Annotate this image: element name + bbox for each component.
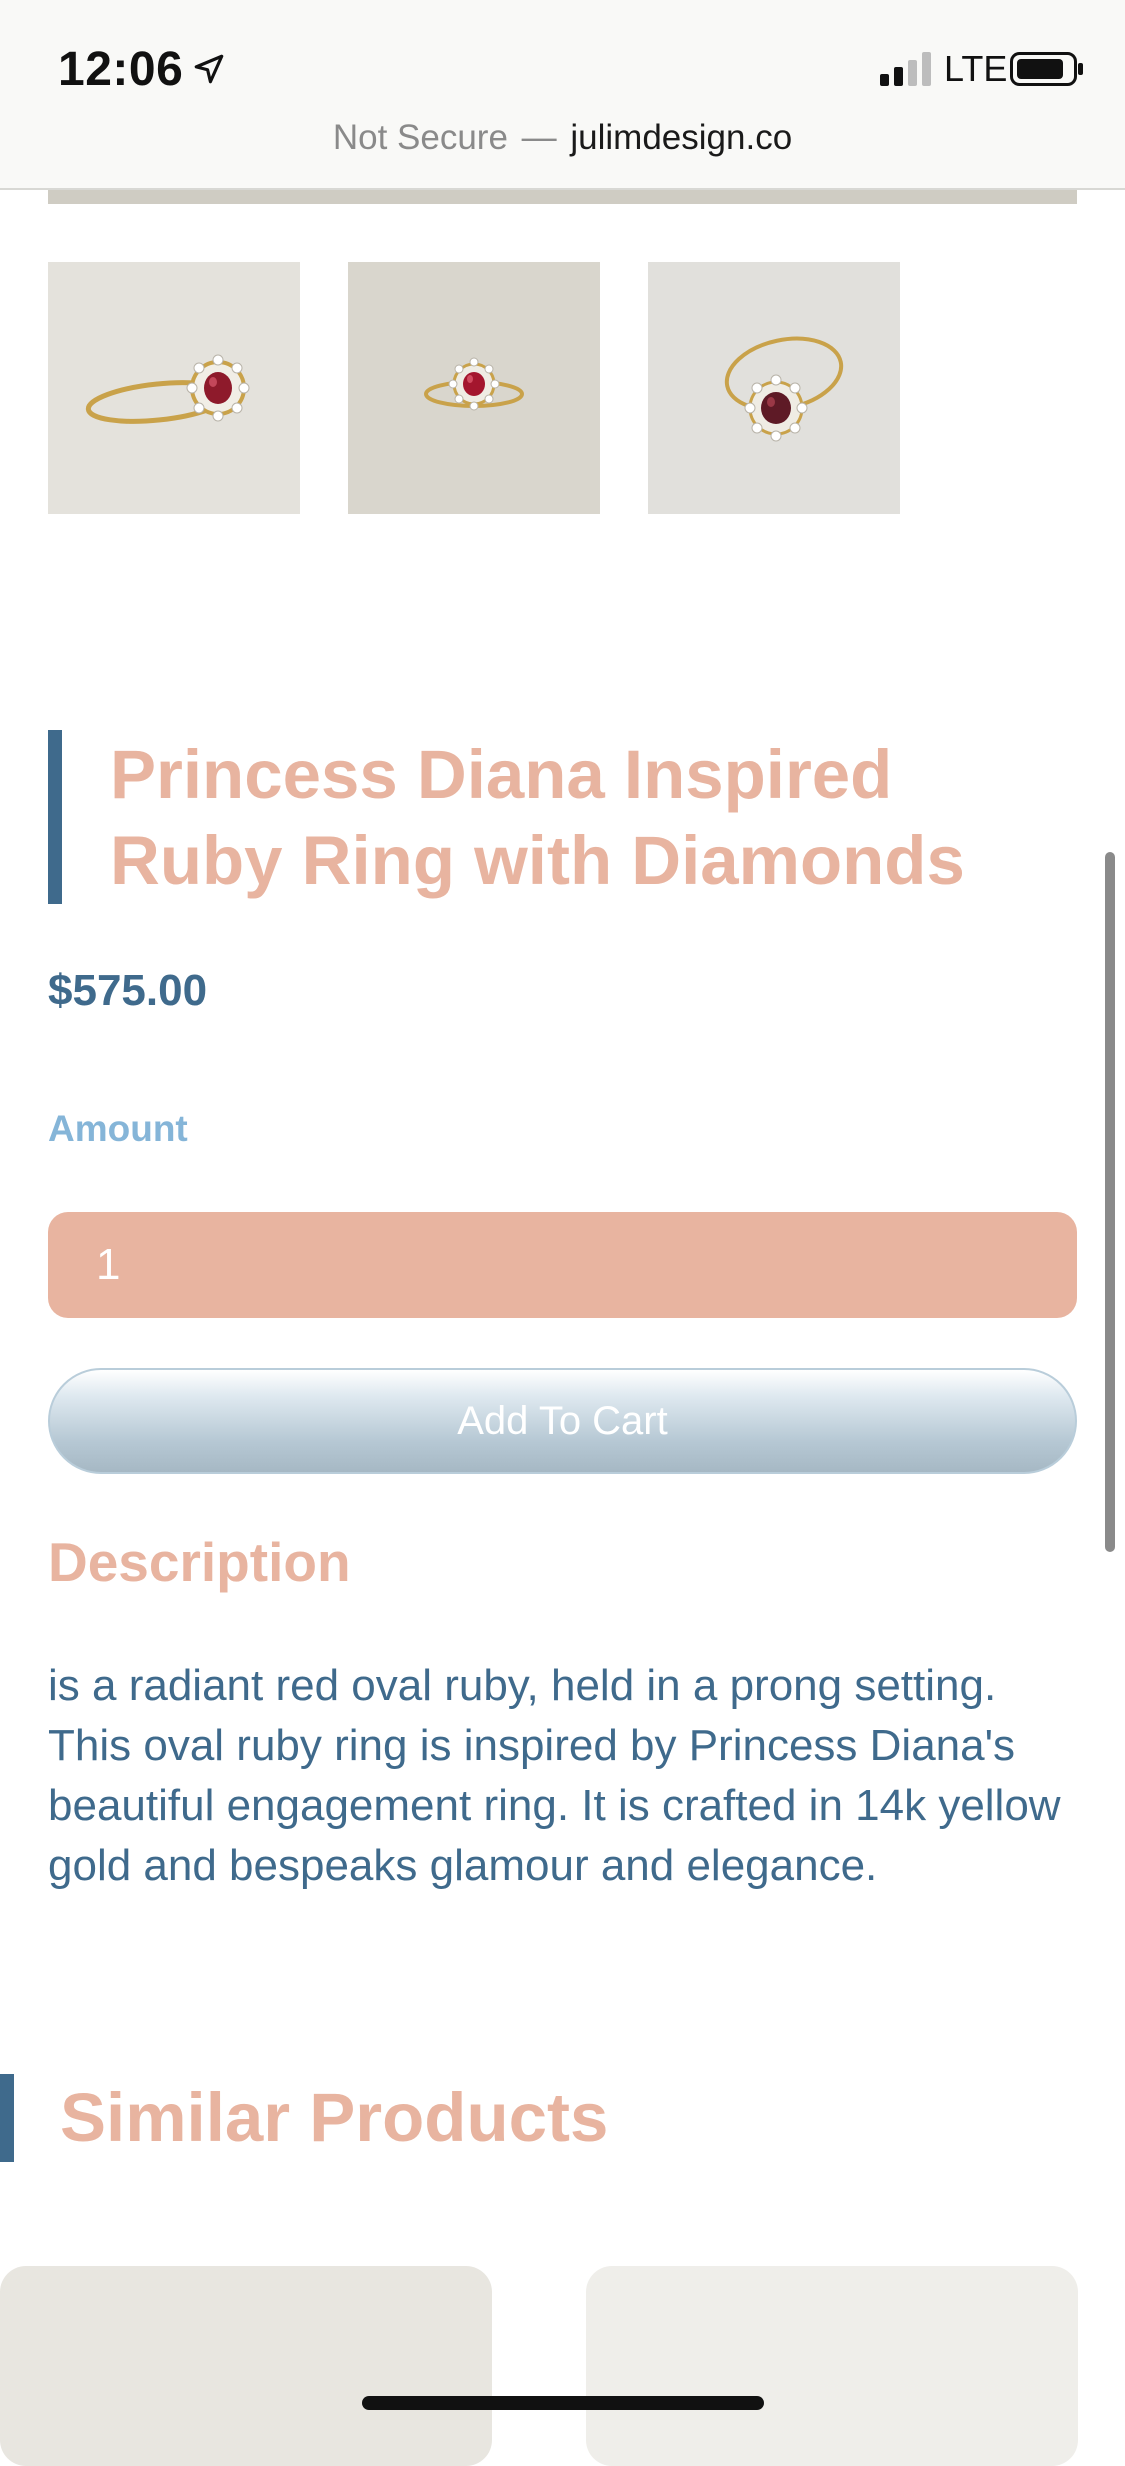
browser-top-bar: 12:06 LTE Not Secure — julimdesign.co [0,0,1125,190]
amount-label: Amount [48,1108,188,1149]
network-type: LTE [944,48,1008,89]
battery-icon [1010,52,1083,86]
ring-image [348,262,600,514]
url-bar[interactable]: Not Secure — julimdesign.co [0,118,1125,158]
similar-products-heading: Similar Products [60,2079,609,2156]
url-separator: — [521,118,557,157]
similar-accent-bar [0,2074,14,2162]
status-time: 12:06 [58,43,184,96]
description-text: is a radiant red oval ruby, held in a pr… [48,1661,1061,1890]
product-thumbnail-1[interactable] [48,262,300,514]
title-accent-bar [48,730,62,904]
product-price: $575.00 [48,966,208,1015]
ring-image [48,262,300,514]
ring-image [648,262,900,514]
similar-product-card[interactable] [0,2266,492,2466]
cellular-signal-icon [880,52,931,86]
product-title: Princess Diana Inspired Ruby Ring with D… [110,736,965,899]
quantity-input[interactable] [48,1212,1077,1318]
location-arrow-icon [194,54,224,84]
add-to-cart-button[interactable]: Add To Cart [48,1368,1077,1474]
home-indicator[interactable] [362,2396,764,2410]
security-status: Not Secure [332,118,508,157]
product-thumbnail-2[interactable] [348,262,600,514]
similar-product-card[interactable] [586,2266,1078,2466]
url-domain: julimdesign.co [570,118,793,157]
product-thumbnail-3[interactable] [648,262,900,514]
page-scrollbar[interactable] [1105,852,1115,1552]
main-product-image[interactable] [48,190,1077,204]
description-heading: Description [48,1531,351,1593]
